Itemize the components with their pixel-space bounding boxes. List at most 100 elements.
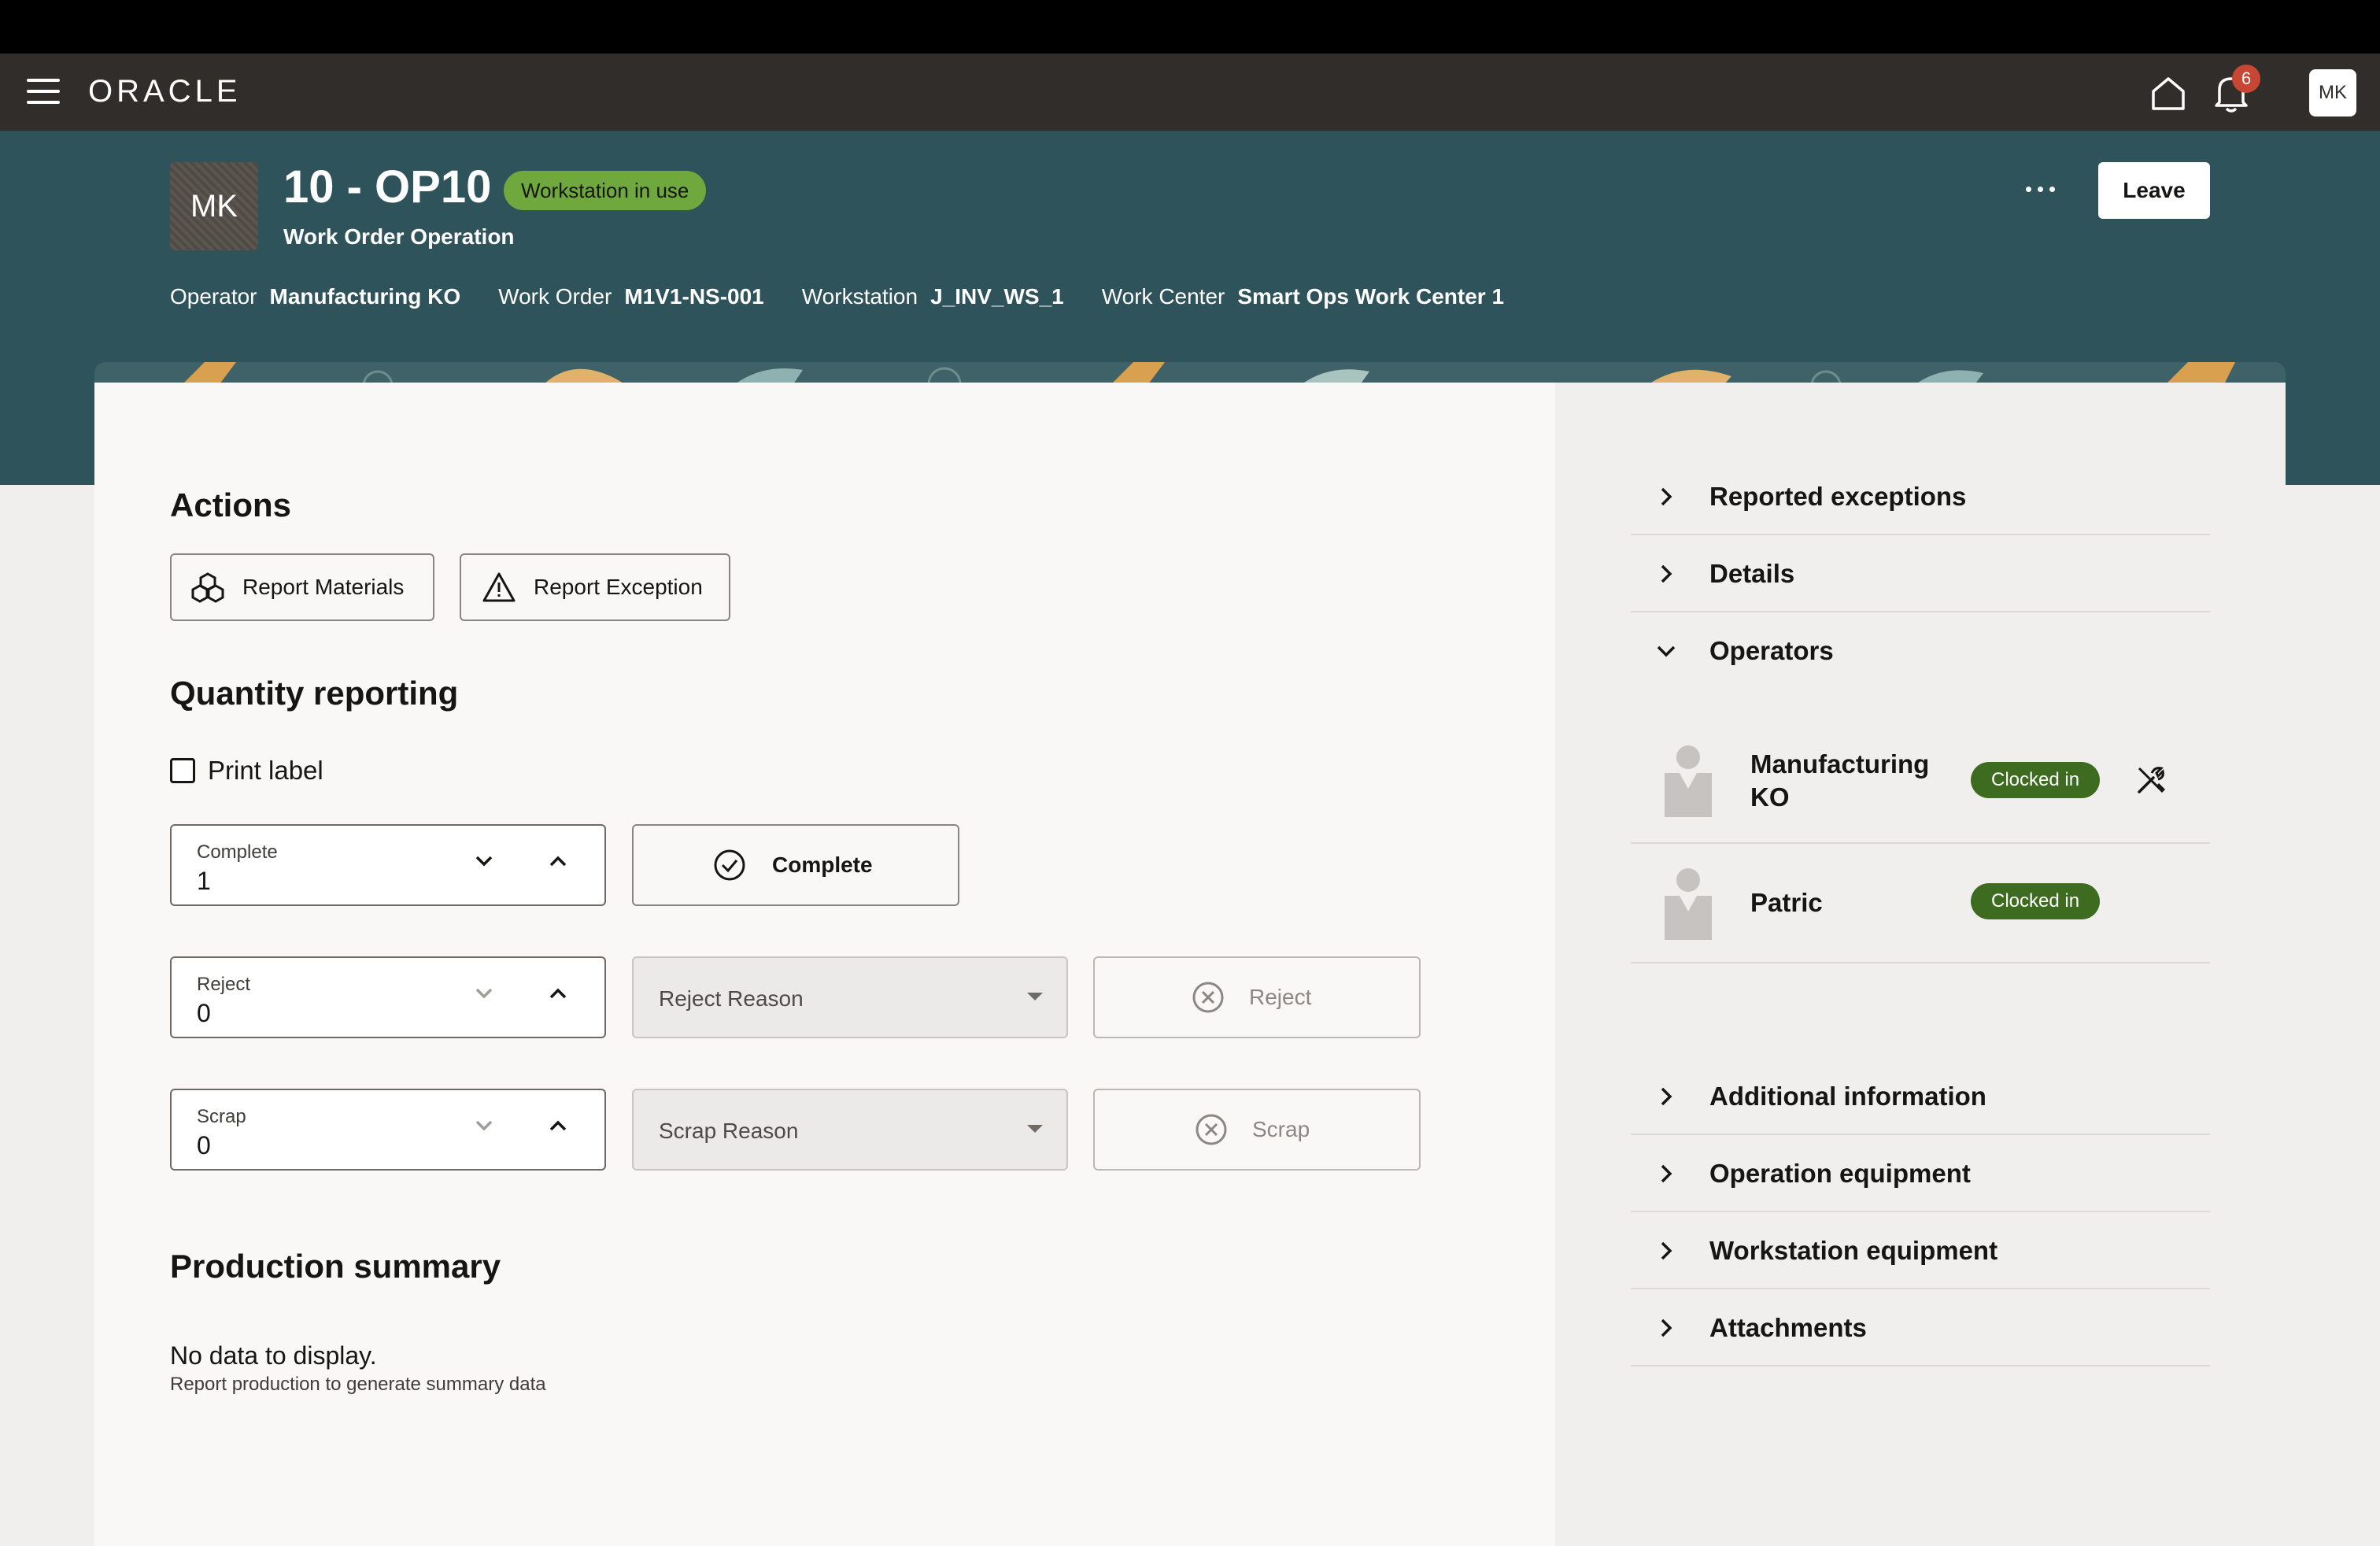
accordion-title: Workstation equipment: [1709, 1236, 1998, 1265]
production-summary-title: Production summary: [170, 1248, 501, 1285]
summary-empty-text: No data to display.: [170, 1341, 377, 1370]
summary-hint-text: Report production to generate summary da…: [170, 1374, 546, 1395]
chevron-right-icon: [1661, 487, 1672, 506]
meta-workstation-label: Workstation: [801, 284, 918, 309]
reject-field-value: 0: [197, 999, 211, 1027]
accordion-operators[interactable]: Operators: [1631, 612, 2210, 690]
chevron-down-icon: [1657, 645, 1676, 657]
leave-button[interactable]: Leave: [2098, 162, 2210, 219]
app-header: ORACLE 6 MK: [0, 54, 2380, 131]
user-avatar[interactable]: MK: [2309, 69, 2356, 117]
decrement-chevron-down-icon[interactable]: [471, 848, 497, 875]
meta-operator-label: Operator: [170, 284, 257, 309]
home-icon[interactable]: [2149, 74, 2188, 113]
meta-work-order-value: M1V1-NS-001: [624, 284, 764, 309]
status-badge: Workstation in use: [504, 171, 707, 210]
operator-name-line1: Manufacturing: [1750, 749, 1930, 779]
operation-avatar: MK: [170, 162, 258, 250]
scrap-reason-select[interactable]: Scrap Reason: [632, 1089, 1068, 1171]
meta-work-center-value: Smart Ops Work Center 1: [1237, 284, 1505, 309]
scrap-field-label: Scrap: [197, 1106, 246, 1127]
dropdown-caret-icon: [1027, 993, 1043, 1000]
reject-field-label: Reject: [197, 974, 251, 995]
decrement-chevron-down-icon[interactable]: [471, 1112, 497, 1139]
page-subtitle: Work Order Operation: [283, 224, 515, 249]
check-circle-icon: [714, 849, 745, 881]
accordion-title: Additional information: [1709, 1082, 1986, 1111]
materials-icon: [191, 572, 224, 603]
accordion-details[interactable]: Details: [1631, 535, 2210, 612]
complete-field-label: Complete: [197, 841, 278, 863]
chevron-right-icon: [1661, 1241, 1672, 1260]
accordion-title: Reported exceptions: [1709, 482, 1967, 511]
clocked-in-badge: Clocked in: [1971, 883, 2101, 919]
operator-row: Manufacturing KO Clocked in: [1631, 724, 2210, 844]
accordion-title: Operators: [1709, 636, 1834, 665]
person-avatar-icon: [1665, 745, 1712, 817]
menu-icon[interactable]: [27, 79, 61, 105]
complete-quantity-field[interactable]: Complete 1: [170, 824, 606, 906]
meta-operator-value: Manufacturing KO: [269, 284, 461, 309]
accordion-operation-equipment[interactable]: Operation equipment: [1631, 1135, 2210, 1212]
more-actions-icon[interactable]: [2023, 173, 2067, 206]
meta-work-center: Work Center Smart Ops Work Center 1: [1102, 284, 1504, 309]
actions-title: Actions: [170, 486, 292, 523]
chevron-right-icon: [1661, 1164, 1672, 1183]
report-exception-button[interactable]: Report Exception: [460, 553, 730, 621]
complete-field-value: 1: [197, 867, 211, 895]
increment-chevron-up-icon[interactable]: [545, 848, 571, 875]
print-label-checkbox[interactable]: [170, 758, 195, 783]
chevron-right-icon: [1661, 1087, 1672, 1106]
accordion-attachments[interactable]: Attachments: [1631, 1289, 2210, 1367]
operator-name-line1: Patric: [1750, 888, 1823, 917]
report-materials-button[interactable]: Report Materials: [170, 553, 434, 621]
accordion-workstation-equipment[interactable]: Workstation equipment: [1631, 1212, 2210, 1289]
scrap-button[interactable]: Scrap: [1093, 1089, 1421, 1171]
cancel-circle-icon: [1196, 1114, 1227, 1145]
accordion-title: Operation equipment: [1709, 1159, 1971, 1188]
print-label-text: Print label: [208, 756, 323, 785]
chevron-right-icon: [1661, 564, 1672, 583]
clock-out-tools-icon[interactable]: [2134, 764, 2168, 797]
operator-name: Manufacturing KO: [1750, 748, 1929, 814]
meta-work-center-label: Work Center: [1101, 284, 1225, 309]
meta-work-order-label: Work Order: [498, 284, 612, 309]
meta-work-order: Work Order M1V1-NS-001: [498, 284, 764, 309]
decrement-chevron-down-icon[interactable]: [471, 980, 497, 1007]
complete-button-label: Complete: [772, 853, 873, 877]
scrap-button-label: Scrap: [1252, 1117, 1310, 1141]
accordion-reported-exceptions[interactable]: Reported exceptions: [1631, 458, 2210, 535]
system-top-strip: [0, 0, 2380, 54]
quantity-reporting-title: Quantity reporting: [170, 675, 459, 712]
reject-reason-select[interactable]: Reject Reason: [632, 956, 1068, 1038]
meta-workstation: Workstation J_INV_WS_1: [802, 284, 1064, 309]
clocked-in-badge: Clocked in: [1971, 762, 2101, 798]
brand-logo: ORACLE: [88, 74, 242, 109]
operator-row: Patric Clocked in: [1631, 844, 2210, 963]
chevron-right-icon: [1661, 1319, 1672, 1337]
complete-button[interactable]: Complete: [632, 824, 959, 906]
meta-operator: Operator Manufacturing KO: [170, 284, 460, 309]
increment-chevron-up-icon[interactable]: [545, 980, 571, 1007]
dropdown-caret-icon: [1027, 1125, 1043, 1133]
scrap-quantity-field[interactable]: Scrap 0: [170, 1089, 606, 1171]
scrap-reason-placeholder: Scrap Reason: [659, 1119, 799, 1143]
operator-name: Patric: [1750, 886, 1823, 919]
report-exception-label: Report Exception: [534, 575, 703, 599]
reject-button-label: Reject: [1249, 985, 1312, 1009]
header-meta: Operator Manufacturing KO Work Order M1V…: [170, 284, 1504, 309]
notification-count-badge: 6: [2232, 65, 2260, 93]
accordion-additional-information[interactable]: Additional information: [1631, 1058, 2210, 1135]
scrap-field-value: 0: [197, 1131, 211, 1160]
warning-icon: [482, 572, 516, 602]
accordion-title: Details: [1709, 559, 1795, 588]
page-title: 10 - OP10: [283, 161, 492, 213]
cancel-circle-icon: [1192, 982, 1224, 1013]
increment-chevron-up-icon[interactable]: [545, 1112, 571, 1139]
person-avatar-icon: [1665, 868, 1712, 940]
reject-button[interactable]: Reject: [1093, 956, 1421, 1038]
reject-reason-placeholder: Reject Reason: [659, 986, 804, 1011]
reject-quantity-field[interactable]: Reject 0: [170, 956, 606, 1038]
accordion-title: Attachments: [1709, 1313, 1867, 1342]
report-materials-label: Report Materials: [242, 575, 405, 599]
